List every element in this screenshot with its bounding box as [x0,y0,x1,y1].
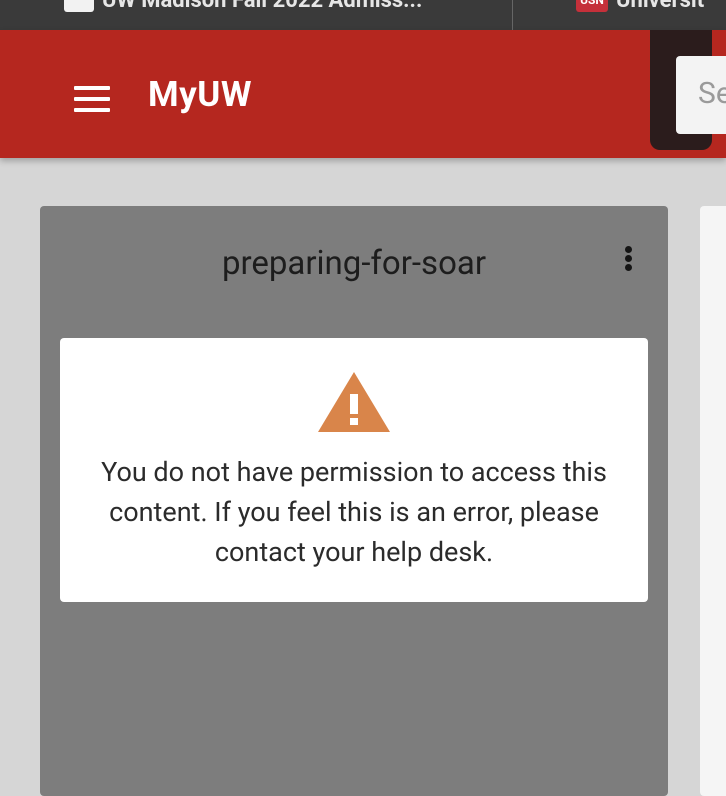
uw-favicon-icon [64,0,94,12]
tab-title: UW Madison Fall 2022 Admiss... [102,0,423,13]
search-input[interactable]: Se [676,56,726,134]
error-message: You do not have permission to access thi… [101,456,607,568]
next-widget-card [700,206,726,796]
browser-tab-usnews[interactable]: USN Universit [576,0,704,30]
tab-title: Universit [616,0,705,13]
more-vert-icon[interactable] [624,246,634,274]
widget-card: preparing-for-soar You do not have permi… [40,206,668,796]
warning-icon [318,372,390,432]
hamburger-menu-icon[interactable] [74,86,110,112]
browser-tab-strip: UW Madison Fall 2022 Admiss... USN Unive… [0,0,726,30]
tab-divider [512,0,513,30]
usnews-favicon-icon: USN [576,0,608,12]
app-header: MyUW Se [0,30,726,158]
search-placeholder: Se [698,76,726,111]
permission-error-box: You do not have permission to access thi… [60,338,648,602]
browser-tab-uw-admissions[interactable]: UW Madison Fall 2022 Admiss... [64,0,512,30]
app-title[interactable]: MyUW [148,74,252,115]
widget-title: preparing-for-soar [221,244,487,283]
